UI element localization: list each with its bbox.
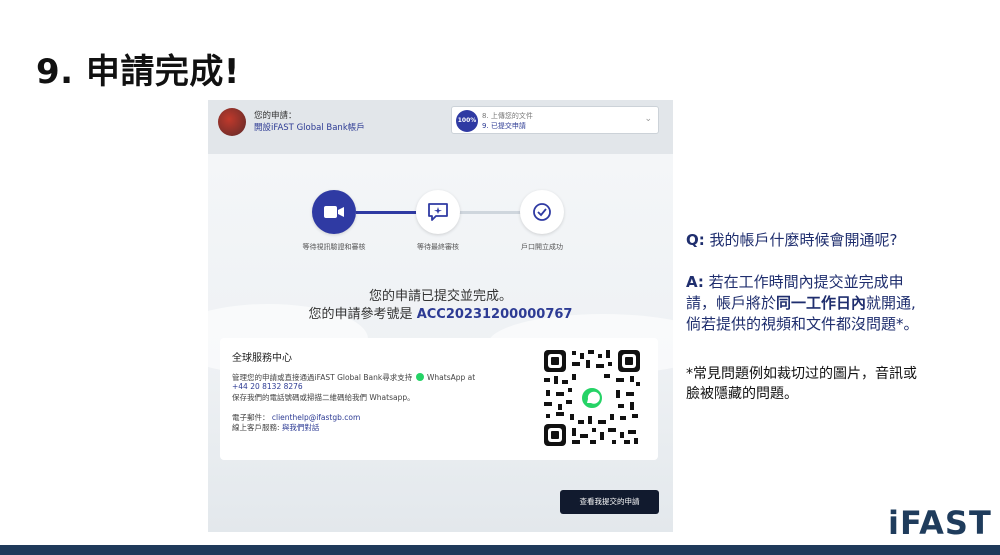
application-header: 您的申請： 開設iFAST Global Bank帳戶 100% 8. 上傳您的…: [208, 100, 673, 154]
previous-step: 8. 上傳您的文件: [482, 112, 533, 120]
current-step: 9. 已提交申請: [482, 122, 526, 130]
footer-bar: [0, 545, 1000, 555]
submitted-message: 您的申請已提交並完成。: [368, 289, 512, 304]
note-line-1: *常見問題例如裁切过的圖片，音訊或: [686, 366, 917, 382]
step-account-opened: [520, 190, 564, 234]
answer-line-3: 倘若提供的視頻和文件都沒問題*。: [686, 315, 919, 333]
chat-sparkle-icon: [428, 203, 448, 221]
whatsapp-icon: [415, 373, 424, 381]
service-online: 線上客戶服務: 與我們對話: [232, 423, 320, 432]
service-card: 全球服務中心 管理您的申請或直接通過iFAST Global Bank尋求支持 …: [220, 338, 658, 460]
chat-link[interactable]: 與我們對話: [282, 423, 320, 432]
check-circle-icon: [533, 203, 551, 221]
step-video: [312, 190, 356, 234]
application-screenshot: 您的申請： 開設iFAST Global Bank帳戶 100% 8. 上傳您的…: [208, 100, 673, 532]
step-label-2: 等待最終審核: [417, 243, 459, 251]
email-link[interactable]: clienthelp@ifastgb.com: [272, 413, 360, 422]
avatar: [218, 108, 246, 136]
step-label-3: 戶口開立成功: [521, 243, 563, 251]
view-application-button[interactable]: 查看我提交的申請: [560, 490, 659, 514]
step-label-1: 等待視訊驗證和審核: [302, 243, 366, 251]
answer-line-1: A: 若在工作時間內提交並完成申: [686, 273, 904, 291]
application-type-link[interactable]: 開設iFAST Global Bank帳戶: [254, 121, 365, 133]
qr-code: [542, 348, 642, 448]
application-label: 您的申請：: [254, 111, 297, 121]
chevron-down-icon: ⌄: [644, 114, 652, 124]
video-camera-icon: [324, 206, 344, 218]
ifast-logo: iFAST: [888, 504, 992, 542]
service-line-3: 保存我們的電話號碼或掃描二維碼給我們 Whatsapp。: [232, 393, 415, 402]
reference-line: 您的申請參考號是 ACC20231200000767: [208, 303, 673, 322]
reference-number: ACC20231200000767: [416, 307, 573, 322]
step-final-review: [416, 190, 460, 234]
slide-title: 9. 申請完成!: [36, 52, 240, 92]
service-phone[interactable]: +44 20 8132 8276: [232, 382, 303, 391]
question: Q: 我的帳戶什麼時候會開通呢?: [686, 231, 898, 249]
service-title: 全球服務中心: [232, 353, 292, 364]
reference-prefix: 您的申請參考號是: [308, 307, 413, 322]
answer-line-2: 請，帳戶將於同一工作日內就開通,: [686, 294, 916, 312]
progress-badge: 100%: [456, 110, 478, 132]
progress-dropdown[interactable]: 100% 8. 上傳您的文件 9. 已提交申請 ⌄: [451, 106, 659, 134]
status-steps: 等待視訊驗證和審核 等待最終審核 戶口開立成功: [208, 190, 673, 260]
note-line-2: 臉被隱藏的問題。: [686, 386, 798, 402]
